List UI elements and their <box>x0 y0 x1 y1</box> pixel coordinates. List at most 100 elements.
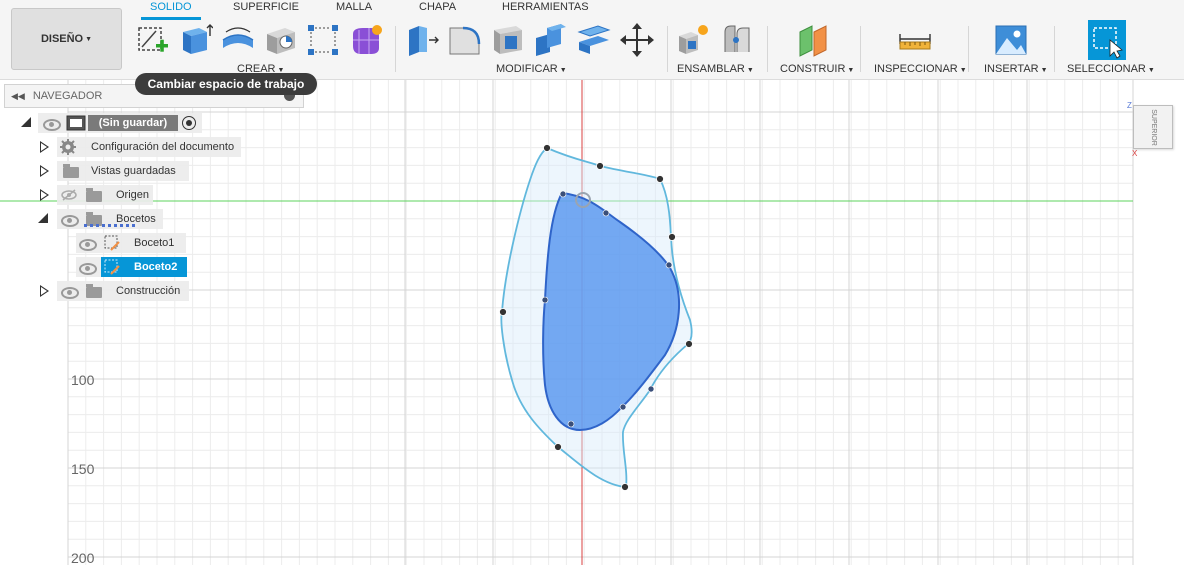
control-point <box>619 403 627 411</box>
group-construir-label: CONSTRUIR <box>780 63 846 75</box>
group-seleccionar[interactable]: SELECCIONAR ▼ <box>1067 63 1155 75</box>
select-icon[interactable] <box>1088 20 1126 60</box>
control-point <box>647 385 655 393</box>
triad-x-label: X <box>1132 149 1138 158</box>
move-icon[interactable] <box>619 22 655 58</box>
separator <box>667 26 668 72</box>
caret-down-icon: ▼ <box>85 35 93 43</box>
eye-icon[interactable] <box>61 215 79 227</box>
folder-icon <box>63 164 79 178</box>
workspace-switcher-button[interactable]: DISEÑO ▼ <box>11 8 122 70</box>
press-pull-icon[interactable] <box>405 22 441 58</box>
navigator-title: NAVEGADOR <box>32 90 103 102</box>
tooltip: Cambiar espacio de trabajo <box>135 73 317 95</box>
tree-item-sketch2: Boceto2 <box>134 261 178 273</box>
separator <box>395 26 396 72</box>
tab-solido[interactable]: SOLIDO <box>150 1 192 13</box>
tab-herramientas[interactable]: HERRAMIENTAS <box>502 1 589 13</box>
tab-malla[interactable]: MALLA <box>336 1 372 13</box>
axis-label-200: 200 <box>71 550 95 565</box>
shell-icon[interactable] <box>490 22 526 58</box>
control-point <box>567 420 575 428</box>
group-insertar[interactable]: INSERTAR ▼ <box>984 63 1048 75</box>
tree-item-views: Vistas guardadas <box>91 165 176 177</box>
eye-icon[interactable] <box>79 263 97 275</box>
eye-hidden-icon[interactable] <box>61 189 77 201</box>
expand-icon[interactable] <box>40 189 49 201</box>
viewcube[interactable]: SUPERIOR <box>1133 105 1173 149</box>
control-point <box>596 162 604 170</box>
sketch-icon <box>104 259 120 275</box>
control-point <box>665 261 673 269</box>
group-construir[interactable]: CONSTRUIR ▼ <box>780 63 854 75</box>
activate-radio-icon[interactable] <box>182 116 196 130</box>
new-component-icon[interactable] <box>676 22 712 58</box>
plane-icon[interactable] <box>795 22 831 58</box>
axis-label-100: 100 <box>71 372 95 388</box>
tab-chapa[interactable]: CHAPA <box>419 1 456 13</box>
axis-label-150: 150 <box>71 461 95 477</box>
expand-icon[interactable] <box>40 165 49 177</box>
tab-superficie[interactable]: SUPERFICIE <box>233 1 299 13</box>
pattern-icon[interactable] <box>305 22 341 58</box>
revolve-icon[interactable] <box>220 22 256 58</box>
measure-icon[interactable] <box>897 22 933 58</box>
eye-icon[interactable] <box>43 119 61 131</box>
expand-icon[interactable] <box>40 285 49 297</box>
root-component-label[interactable]: (Sin guardar) <box>88 115 178 131</box>
expand-icon[interactable] <box>40 141 49 153</box>
separator <box>860 26 861 72</box>
offset-face-icon[interactable] <box>576 22 612 58</box>
control-point <box>559 190 567 198</box>
caret-down-icon: ▼ <box>1040 67 1048 74</box>
workspace-label: DISEÑO <box>40 33 84 45</box>
control-point <box>685 340 693 348</box>
tree-item-sketch1: Boceto1 <box>134 237 175 249</box>
new-sketch-icon[interactable] <box>136 22 172 58</box>
joint-icon[interactable] <box>719 22 755 58</box>
document-icon <box>66 115 86 131</box>
group-modificar[interactable]: MODIFICAR ▼ <box>496 63 567 75</box>
collapse-icon[interactable]: ◀◀ <box>11 91 25 102</box>
tree-item-construction: Construcción <box>116 285 181 297</box>
control-point <box>543 144 551 152</box>
control-point <box>499 308 507 316</box>
sketch-indicator <box>84 224 138 227</box>
control-point <box>621 483 629 491</box>
separator <box>1054 26 1055 72</box>
collapse-tree-icon[interactable] <box>38 213 48 223</box>
toolbar: DISEÑO ▼ SOLIDO SUPERFICIE MALLA CHAPA HE… <box>0 0 1184 80</box>
extrude-icon[interactable] <box>177 22 213 58</box>
group-ensamblar-label: ENSAMBLAR <box>677 63 745 75</box>
active-tab-indicator <box>141 17 201 20</box>
caret-down-icon: ▼ <box>746 67 754 74</box>
sketch-icon <box>104 235 120 251</box>
control-point <box>668 233 676 241</box>
viewcube-face-label: SUPERIOR <box>1149 108 1157 146</box>
expand-root-icon[interactable] <box>21 117 31 127</box>
control-point <box>541 296 549 304</box>
hole-icon[interactable] <box>263 22 299 58</box>
separator <box>767 26 768 72</box>
combine-icon[interactable] <box>533 22 569 58</box>
create-form-icon[interactable] <box>349 22 385 58</box>
caret-down-icon: ▼ <box>559 67 567 74</box>
eye-icon[interactable] <box>61 287 79 299</box>
group-seleccionar-label: SELECCIONAR <box>1067 63 1146 75</box>
group-inspeccionar[interactable]: INSPECCIONAR ▼ <box>874 63 967 75</box>
group-insertar-label: INSERTAR <box>984 63 1039 75</box>
tree-item-config: Configuración del documento <box>91 141 235 153</box>
eye-icon[interactable] <box>79 239 97 251</box>
folder-icon <box>86 284 102 298</box>
separator <box>968 26 969 72</box>
insert-image-icon[interactable] <box>993 22 1029 58</box>
caret-down-icon: ▼ <box>959 67 967 74</box>
control-point <box>602 209 610 217</box>
control-point <box>554 443 562 451</box>
tree-item-origin: Origen <box>116 189 150 201</box>
caret-down-icon: ▼ <box>1147 67 1155 74</box>
folder-icon <box>86 188 102 202</box>
control-point <box>656 175 664 183</box>
fillet-icon[interactable] <box>447 22 483 58</box>
group-ensamblar[interactable]: ENSAMBLAR ▼ <box>677 63 754 75</box>
